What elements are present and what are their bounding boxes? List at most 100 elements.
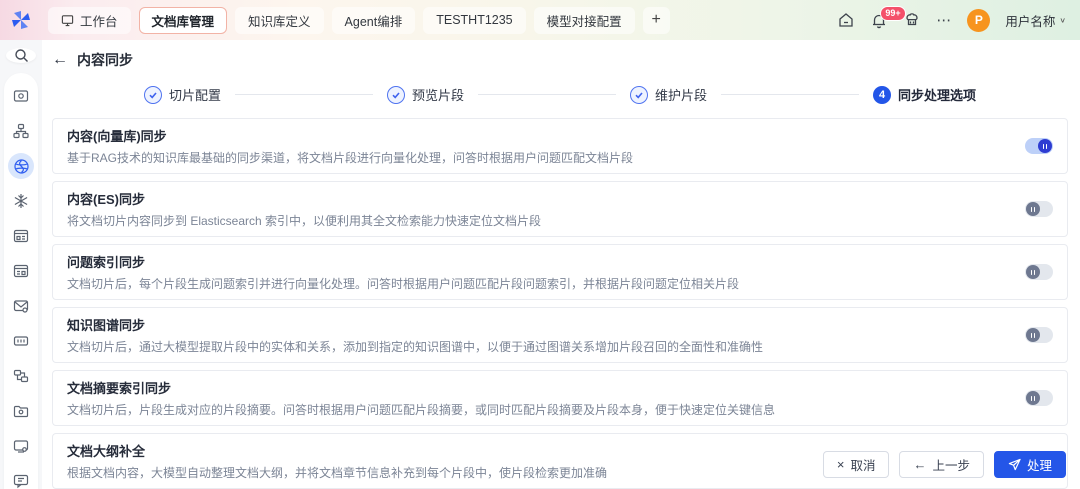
- app-logo-icon: [10, 9, 32, 31]
- send-icon: [1008, 458, 1021, 471]
- step-connector: [721, 94, 859, 95]
- home-icon[interactable]: [837, 11, 855, 29]
- app-window-icon: [13, 228, 29, 244]
- tab-testht1235[interactable]: TESTHT1235: [423, 7, 525, 34]
- tab-model-config[interactable]: 模型对接配置: [534, 7, 635, 34]
- sidebar-item-knowledge-base[interactable]: [8, 153, 34, 179]
- brain-icon: [13, 158, 30, 175]
- row-text: 问题索引同步 文档切片后，每个片段生成问题索引并进行向量化处理。问答时根据用户问…: [67, 252, 739, 292]
- row-text: 内容(向量库)同步 基于RAG技术的知识库最基础的同步渠道，将文档片段进行向量化…: [67, 126, 633, 166]
- left-arrow-icon: ←: [913, 458, 926, 471]
- app-window-grid-icon: [13, 263, 29, 279]
- step-check-icon: [387, 86, 405, 104]
- toggle-knob: [1026, 391, 1040, 405]
- step-label: 切片配置: [169, 85, 221, 104]
- notifications-bell-icon[interactable]: 99+: [870, 11, 888, 29]
- sync-option-row-summary-index: 文档摘要索引同步 文档切片后，片段生成对应的片段摘要。问答时根据用户问题匹配片段…: [52, 370, 1068, 426]
- flow-nodes-icon: [13, 368, 29, 384]
- sync-option-row-vector: 内容(向量库)同步 基于RAG技术的知识库最基础的同步渠道，将文档片段进行向量化…: [52, 118, 1068, 174]
- cancel-label: 取消: [850, 455, 875, 474]
- tab-workbench[interactable]: 工作台: [48, 7, 131, 34]
- new-tab-button[interactable]: +: [643, 7, 670, 34]
- option-title: 问题索引同步: [67, 252, 739, 271]
- user-avatar[interactable]: P: [967, 9, 990, 32]
- search-icon: [14, 48, 29, 63]
- process-button[interactable]: 处理: [994, 451, 1066, 478]
- sync-options-list: 内容(向量库)同步 基于RAG技术的知识库最基础的同步渠道，将文档片段进行向量化…: [52, 118, 1068, 489]
- process-label: 处理: [1027, 455, 1052, 474]
- monitor-icon: [61, 14, 74, 27]
- sidebar-item-sitemap[interactable]: [8, 118, 34, 144]
- sidebar-item-screen-config[interactable]: [8, 433, 34, 459]
- sidebar-item-flow[interactable]: [8, 363, 34, 389]
- tab-kb-definition[interactable]: 知识库定义: [235, 7, 324, 34]
- previous-step-button[interactable]: ← 上一步: [899, 451, 984, 478]
- sync-option-row-knowledge-graph: 知识图谱同步 文档切片后，通过大模型提取片段中的实体和关系，添加到指定的知识图谱…: [52, 307, 1068, 363]
- main-content: ← 内容同步 切片配置 预览片段 维: [42, 40, 1080, 489]
- step-label: 维护片段: [655, 85, 707, 104]
- user-menu[interactable]: 用户名称 ∨: [1005, 11, 1066, 30]
- tab-label: TESTHT1235: [436, 13, 512, 27]
- footer-actions: × 取消 ← 上一步 处理: [823, 451, 1066, 478]
- option-description: 文档切片后，每个片段生成问题索引并进行向量化处理。问答时根据用户问题匹配片段问题…: [67, 275, 739, 292]
- chat-bubble-icon: [13, 473, 29, 489]
- summary-index-sync-toggle[interactable]: [1025, 390, 1053, 406]
- snowflake-icon: [13, 193, 29, 209]
- sidebar-item-app-window-1[interactable]: [8, 223, 34, 249]
- tab-label: 文档库管理: [152, 11, 215, 30]
- option-description: 基于RAG技术的知识库最基础的同步渠道，将文档片段进行向量化处理，问答时根据用户…: [67, 149, 633, 166]
- sidebar-item-model[interactable]: [8, 188, 34, 214]
- user-name: 用户名称: [1005, 11, 1055, 30]
- sidebar-search-button[interactable]: [6, 48, 36, 63]
- keyboard-icon: [13, 333, 29, 349]
- option-title: 文档大纲补全: [67, 441, 607, 460]
- step-label: 同步处理选项: [898, 85, 976, 104]
- tab-label: 知识库定义: [248, 11, 311, 30]
- crown-icon[interactable]: [903, 11, 921, 29]
- option-title: 内容(向量库)同步: [67, 126, 633, 145]
- stepper: 切片配置 预览片段 维护片段 4 同步处理选项: [52, 85, 1068, 104]
- sidebar-item-chat[interactable]: [8, 468, 34, 489]
- tab-label: 工作台: [80, 11, 118, 30]
- row-text: 文档大纲补全 根据文档内容，大模型自动整理文档大纲，并将文档章节信息补充到每个片…: [67, 441, 607, 481]
- tab-doc-library[interactable]: 文档库管理: [139, 7, 228, 34]
- more-menu-icon[interactable]: ⋯: [936, 11, 952, 29]
- tab-agent-orchestration[interactable]: Agent编排: [332, 7, 416, 34]
- step-number: 4: [873, 86, 891, 104]
- page-header: ← 内容同步: [52, 46, 1068, 73]
- cancel-button[interactable]: × 取消: [823, 451, 890, 478]
- option-title: 知识图谱同步: [67, 315, 763, 334]
- step-preview-segments: 预览片段: [387, 85, 464, 104]
- step-slice-config: 切片配置: [144, 85, 221, 104]
- step-sync-options: 4 同步处理选项: [873, 85, 976, 104]
- toggle-knob: [1026, 202, 1040, 216]
- sidebar-item-mail-config[interactable]: [8, 293, 34, 319]
- chevron-down-icon: ∨: [1059, 16, 1066, 25]
- option-description: 文档切片后，通过大模型提取片段中的实体和关系，添加到指定的知识图谱中，以便于通过…: [67, 338, 763, 355]
- vector-sync-toggle[interactable]: [1025, 138, 1053, 154]
- step-connector: [235, 94, 373, 95]
- option-title: 内容(ES)同步: [67, 189, 541, 208]
- row-text: 知识图谱同步 文档切片后，通过大模型提取片段中的实体和关系，添加到指定的知识图谱…: [67, 315, 763, 355]
- sidebar-item-app-window-2[interactable]: [8, 258, 34, 284]
- step-check-icon: [630, 86, 648, 104]
- sync-option-row-es: 内容(ES)同步 将文档切片内容同步到 Elasticsearch 索引中，以便…: [52, 181, 1068, 237]
- es-sync-toggle[interactable]: [1025, 201, 1053, 217]
- back-arrow-icon[interactable]: ←: [52, 52, 68, 68]
- question-index-sync-toggle[interactable]: [1025, 264, 1053, 280]
- sidebar-item-workbench[interactable]: [8, 83, 34, 109]
- sidebar-icon-group: [4, 73, 38, 489]
- tab-label: 模型对接配置: [547, 11, 622, 30]
- sidebar-item-folder-config[interactable]: [8, 398, 34, 424]
- knowledge-graph-sync-toggle[interactable]: [1025, 327, 1053, 343]
- previous-step-label: 上一步: [932, 455, 970, 474]
- option-description: 根据文档内容，大模型自动整理文档大纲，并将文档章节信息补充到每个片段中，使片段检…: [67, 464, 607, 481]
- close-icon: ×: [837, 458, 845, 471]
- option-description: 文档切片后，片段生成对应的片段摘要。问答时根据用户问题匹配片段摘要，或同时匹配片…: [67, 401, 775, 418]
- sitemap-icon: [13, 123, 29, 139]
- notification-badge: 99+: [880, 6, 905, 21]
- step-maintain-segments: 维护片段: [630, 85, 707, 104]
- step-check-icon: [144, 86, 162, 104]
- sidebar-item-keyboard[interactable]: [8, 328, 34, 354]
- folder-gear-icon: [13, 403, 29, 419]
